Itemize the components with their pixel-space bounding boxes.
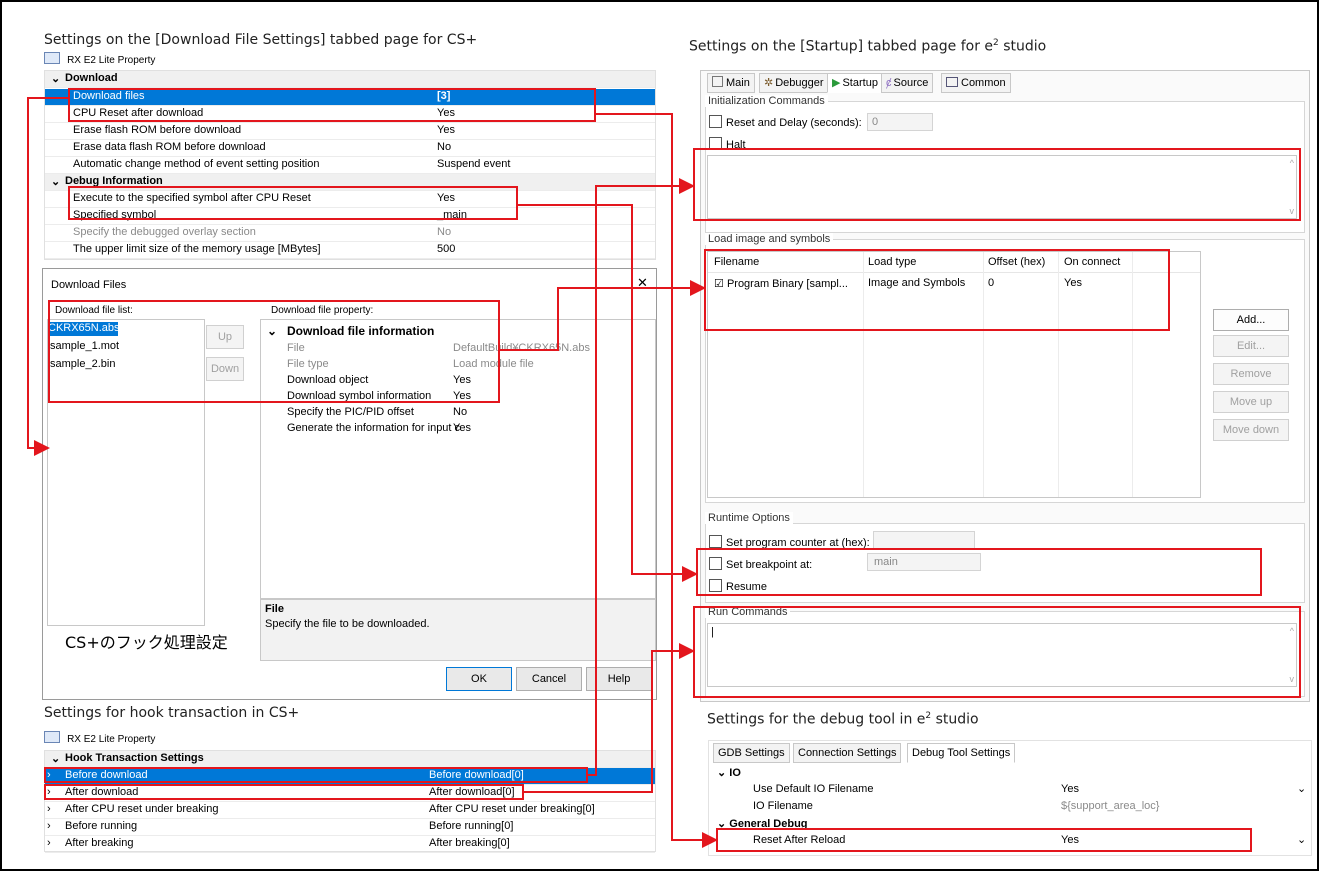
arrow-cpu-reset-to-debug-tool [596,113,718,848]
arrow-execute-to-breakpoint [518,204,698,582]
arrow-dialog-to-load-image [500,280,706,351]
arrow-download-files-to-dialog [27,97,68,456]
arrow-after-download-to-run [524,643,695,793]
arrow-before-download-to-init [588,178,695,776]
connector-arrows [27,97,718,848]
